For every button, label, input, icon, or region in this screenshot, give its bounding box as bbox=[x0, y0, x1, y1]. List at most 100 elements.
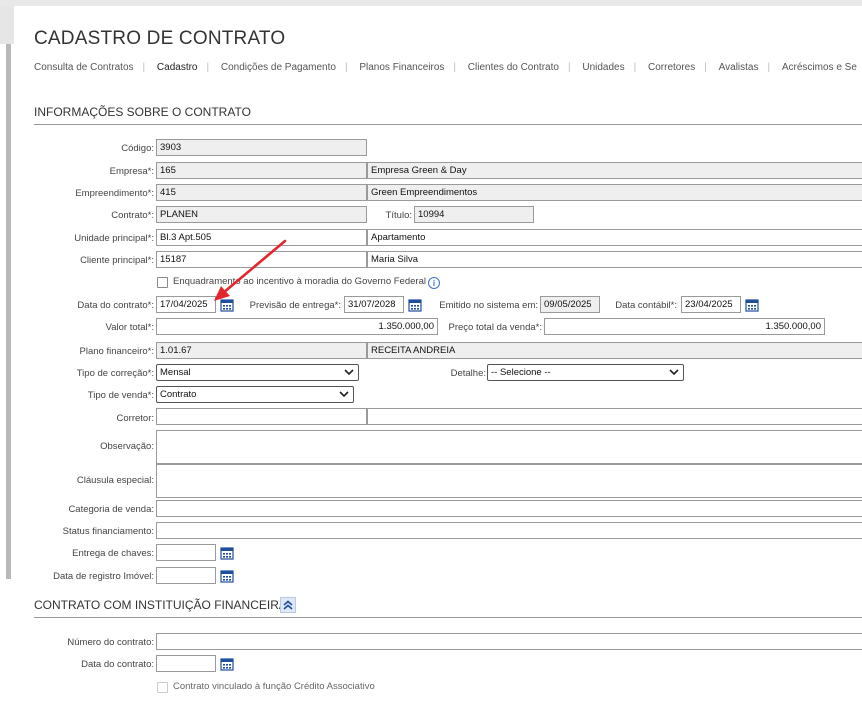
credito-associativo-label: Contrato vinculado à função Crédito Asso… bbox=[173, 681, 375, 692]
section-divider bbox=[34, 124, 862, 125]
chevron-down-icon bbox=[339, 391, 349, 398]
data-contabil-label: Data contábil*: bbox=[615, 300, 677, 311]
tipo-venda-select[interactable]: Contrato bbox=[156, 386, 354, 403]
section-title-informacoes: INFORMAÇÕES SOBRE O CONTRATO bbox=[34, 105, 251, 119]
empresa-label: Empresa*: bbox=[109, 166, 154, 177]
tipo-correcao-select[interactable]: Mensal bbox=[156, 364, 359, 381]
tipo-correcao-label: Tipo de correção*: bbox=[76, 368, 154, 379]
tab-separator: | bbox=[633, 62, 637, 73]
codigo-field[interactable]: 3903 bbox=[156, 139, 367, 156]
clausula-especial-textarea[interactable] bbox=[156, 464, 862, 498]
observacao-label: Observação: bbox=[100, 441, 154, 452]
clausula-especial-label: Cláusula especial: bbox=[76, 475, 154, 486]
calendar-icon[interactable] bbox=[220, 298, 234, 312]
calendar-icon[interactable] bbox=[220, 546, 234, 560]
data-contabil-field[interactable]: 23/04/2025 bbox=[681, 296, 741, 313]
tab-separator: | bbox=[567, 62, 571, 73]
top-bar bbox=[0, 0, 862, 6]
tab-corretores[interactable]: Corretores bbox=[648, 62, 695, 73]
empreendimento-code-field[interactable]: 415 bbox=[156, 184, 367, 201]
tab-acrescimos[interactable]: Acréscimos e Se bbox=[782, 62, 857, 73]
corretor-name-field[interactable] bbox=[367, 408, 862, 425]
empresa-code-field[interactable]: 165 bbox=[156, 162, 367, 179]
corretor-label: Corretor: bbox=[116, 413, 154, 424]
entrega-chaves-label: Entrega de chaves: bbox=[72, 548, 154, 559]
financeira-data-contrato-field[interactable] bbox=[156, 655, 216, 672]
page-title: CADASTRO DE CONTRATO bbox=[34, 28, 286, 49]
chevron-up-icon bbox=[283, 600, 293, 610]
cliente-principal-code-field[interactable]: 15187 bbox=[156, 251, 367, 268]
preco-total-venda-field[interactable]: 1.350.000,00 bbox=[544, 318, 825, 335]
data-registro-imovel-field[interactable] bbox=[156, 567, 216, 584]
categoria-venda-field[interactable] bbox=[156, 500, 862, 517]
tab-separator: | bbox=[142, 62, 146, 73]
numero-contrato-field[interactable] bbox=[156, 633, 862, 650]
unidade-principal-name-field[interactable]: Apartamento bbox=[367, 229, 862, 246]
emitido-sistema-field[interactable]: 09/05/2025 bbox=[540, 296, 600, 313]
tab-separator: | bbox=[453, 62, 456, 73]
credito-associativo-checkbox[interactable] bbox=[157, 682, 168, 693]
plano-financeiro-name-field[interactable]: RECEITA ANDREIA bbox=[367, 342, 862, 359]
tab-separator: | bbox=[767, 62, 771, 73]
status-financiamento-label: Status financiamento: bbox=[62, 526, 154, 537]
cliente-principal-name-field[interactable]: Maria Silva bbox=[367, 251, 862, 268]
calendar-icon[interactable] bbox=[220, 657, 234, 671]
tab-unidades[interactable]: Unidades bbox=[582, 62, 624, 73]
chevron-down-icon bbox=[669, 369, 679, 376]
section-divider bbox=[34, 617, 862, 618]
titulo-field[interactable]: 10994 bbox=[414, 206, 534, 223]
tab-separator: | bbox=[206, 62, 210, 73]
tipo-correcao-value: Mensal bbox=[160, 367, 191, 378]
empresa-name-field[interactable]: Empresa Green & Day bbox=[367, 162, 862, 179]
categoria-venda-label: Categoria de venda: bbox=[68, 504, 154, 515]
data-contrato-field[interactable]: 17/04/2025 bbox=[156, 296, 216, 313]
cliente-principal-label: Cliente principal*: bbox=[80, 255, 154, 266]
tipo-venda-label: Tipo de venda*: bbox=[87, 390, 154, 401]
empreendimento-name-field[interactable]: Green Empreendimentos bbox=[367, 184, 862, 201]
numero-contrato-label: Número do contrato: bbox=[67, 637, 154, 648]
left-panel-edge bbox=[0, 6, 14, 44]
data-contrato-label: Data do contrato*: bbox=[77, 300, 154, 311]
collapse-section-button[interactable] bbox=[280, 597, 296, 613]
titulo-label: Título: bbox=[385, 210, 412, 221]
data-registro-imovel-label: Data de registro Imóvel: bbox=[53, 571, 154, 582]
scrollbar[interactable] bbox=[6, 44, 11, 579]
tipo-venda-value: Contrato bbox=[160, 389, 197, 400]
plano-financeiro-code-field[interactable]: 1.01.67 bbox=[156, 342, 367, 359]
valor-total-field[interactable]: 1.350.000,00 bbox=[156, 318, 438, 335]
enquadramento-checkbox[interactable] bbox=[157, 277, 168, 288]
observacao-textarea[interactable] bbox=[156, 430, 862, 464]
chevron-down-icon bbox=[344, 369, 354, 376]
contrato-label: Contrato*: bbox=[111, 210, 154, 221]
calendar-icon[interactable] bbox=[745, 298, 759, 312]
status-financiamento-field[interactable] bbox=[156, 522, 862, 539]
tab-cadastro[interactable]: Cadastro bbox=[157, 62, 198, 73]
tab-planos-financeiros[interactable]: Planos Financeiros bbox=[359, 62, 444, 73]
preco-total-venda-label: Preço total da venda*: bbox=[448, 322, 542, 333]
calendar-icon[interactable] bbox=[408, 298, 422, 312]
tab-separator: | bbox=[344, 62, 348, 73]
tab-bar: Consulta de Contratos | Cadastro | Condiçõ… bbox=[34, 62, 862, 73]
section-title-instituicao-financeira: CONTRATO COM INSTITUIÇÃO FINANCEIRA bbox=[34, 598, 287, 612]
corretor-code-field[interactable] bbox=[156, 408, 367, 425]
contrato-field[interactable]: PLANEN bbox=[156, 206, 367, 223]
previsao-entrega-label: Previsão de entrega*: bbox=[249, 300, 341, 311]
plano-financeiro-label: Plano financeiro*: bbox=[79, 346, 154, 357]
entrega-chaves-field[interactable] bbox=[156, 544, 216, 561]
tab-separator: | bbox=[704, 62, 707, 73]
tab-avalistas[interactable]: Avalistas bbox=[719, 62, 759, 73]
tab-clientes-contrato[interactable]: Clientes do Contrato bbox=[468, 62, 559, 73]
calendar-icon[interactable] bbox=[220, 569, 234, 583]
info-icon[interactable]: i bbox=[428, 277, 440, 289]
empreendimento-label: Empreendimento*: bbox=[75, 188, 154, 199]
enquadramento-label: Enquadramento ao incentivo à moradia do … bbox=[173, 276, 426, 287]
codigo-label: Código: bbox=[121, 143, 154, 154]
unidade-principal-code-field[interactable]: Bl.3 Apt.505 bbox=[156, 229, 367, 246]
unidade-principal-label: Unidade principal*: bbox=[74, 233, 154, 244]
emitido-sistema-label: Emitido no sistema em: bbox=[439, 300, 538, 311]
valor-total-label: Valor total*: bbox=[105, 322, 154, 333]
tab-condicoes-pagamento[interactable]: Condições de Pagamento bbox=[221, 62, 336, 73]
detalhe-select[interactable]: -- Selecione -- bbox=[487, 364, 684, 381]
previsao-entrega-field[interactable]: 31/07/2028 bbox=[344, 296, 404, 313]
tab-consulta-contratos[interactable]: Consulta de Contratos bbox=[34, 62, 134, 73]
